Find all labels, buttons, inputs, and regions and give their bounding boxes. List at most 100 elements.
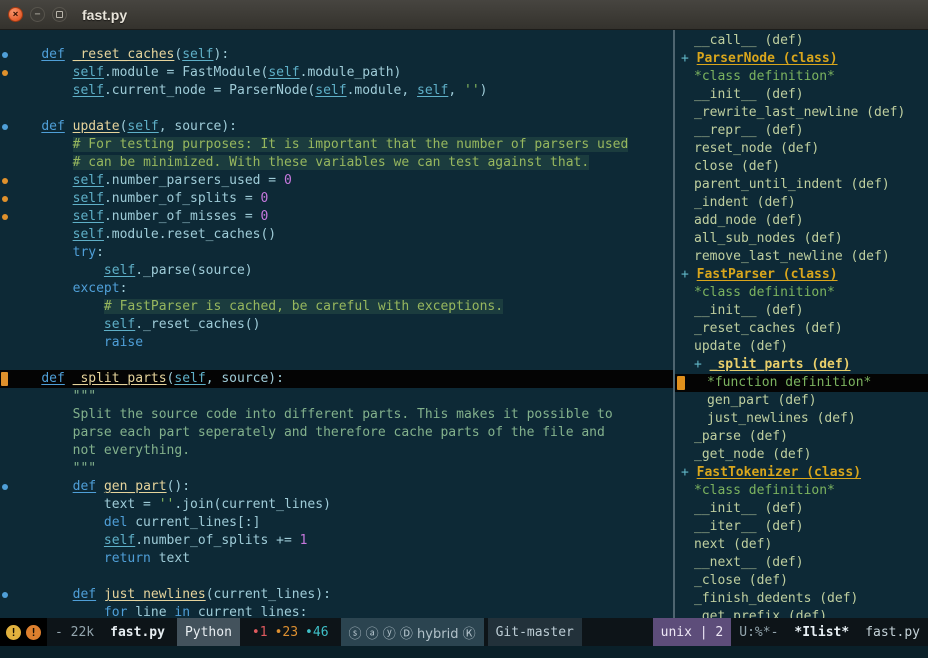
code-line[interactable] xyxy=(0,352,673,370)
code-line[interactable]: not everything. xyxy=(0,442,673,460)
code-line[interactable]: self.number_parsers_used = 0 xyxy=(0,172,673,190)
flycheck-counts[interactable]: •1 •23 •46 xyxy=(244,618,337,646)
code-area[interactable]: def _reset_caches(self): self.module = F… xyxy=(0,46,673,618)
ilist-buffer-name[interactable]: *Ilist* xyxy=(786,618,857,646)
code-token: .module, xyxy=(347,83,417,98)
code-line[interactable]: return text xyxy=(0,550,673,568)
code-token xyxy=(10,335,104,350)
imenu-list[interactable]: __call__ (def)+ ParserNode (class)*class… xyxy=(675,30,928,618)
code-line[interactable]: parse each part seperately and therefore… xyxy=(0,424,673,442)
imenu-item-label: _close (def) xyxy=(694,573,788,588)
code-line[interactable]: # For testing purposes: It is important … xyxy=(0,136,673,154)
expand-icon[interactable]: + xyxy=(681,51,697,66)
flycheck-warning-count[interactable]: •23 xyxy=(275,625,298,640)
code-line[interactable]: def _reset_caches(self): xyxy=(0,46,673,64)
code-token: # For testing purposes: It is important … xyxy=(73,137,629,152)
code-token xyxy=(10,155,73,170)
imenu-item[interactable]: __repr__ (def) xyxy=(675,122,928,140)
code-token: 0 xyxy=(260,209,268,224)
editor-pane[interactable]: def _reset_caches(self): self.module = F… xyxy=(0,30,673,618)
imenu-item[interactable]: + _split_parts (def) xyxy=(675,356,928,374)
code-line[interactable]: except: xyxy=(0,280,673,298)
flycheck-error-count[interactable]: •1 xyxy=(252,625,268,640)
imenu-item[interactable]: __iter__ (def) xyxy=(675,518,928,536)
code-line[interactable]: def update(self, source): xyxy=(0,118,673,136)
code-line[interactable]: for line in current_lines: xyxy=(0,604,673,618)
imenu-item[interactable]: + FastTokenizer (class) xyxy=(675,464,928,482)
version-control-branch[interactable]: Git-master xyxy=(488,618,582,646)
code-line[interactable]: """ xyxy=(0,388,673,406)
imenu-item[interactable]: remove_last_newline (def) xyxy=(675,248,928,266)
code-line[interactable] xyxy=(0,100,673,118)
code-line[interactable]: # FastParser is cached, be careful with … xyxy=(0,298,673,316)
code-line[interactable]: def just_newlines(current_lines): xyxy=(0,586,673,604)
minor-mode-indicators[interactable]: ⓢ ⓐ ⓨ Ⓓ hybrid Ⓚ xyxy=(341,618,484,646)
code-line[interactable]: # can be minimized. With these variables… xyxy=(0,154,673,172)
imenu-item[interactable]: gen_part (def) xyxy=(675,392,928,410)
imenu-item[interactable]: _indent (def) xyxy=(675,194,928,212)
code-line[interactable]: text = ''.join(current_lines) xyxy=(0,496,673,514)
imenu-item[interactable]: update (def) xyxy=(675,338,928,356)
imenu-item[interactable]: + ParserNode (class) xyxy=(675,50,928,68)
code-line[interactable]: self.number_of_splits += 1 xyxy=(0,532,673,550)
imenu-item[interactable]: __next__ (def) xyxy=(675,554,928,572)
imenu-item[interactable]: _get_prefix (def) xyxy=(675,608,928,618)
code-line[interactable]: def _split_parts(self, source): xyxy=(0,370,673,388)
imenu-item[interactable]: *class definition* xyxy=(675,68,928,86)
imenu-item[interactable]: *class definition* xyxy=(675,284,928,302)
code-token: current_lines: xyxy=(190,605,307,618)
expand-icon[interactable]: + xyxy=(694,357,710,372)
imenu-item[interactable]: _rewrite_last_newline (def) xyxy=(675,104,928,122)
code-line[interactable]: Split the source code into different par… xyxy=(0,406,673,424)
maximize-button[interactable] xyxy=(52,7,67,22)
imenu-item[interactable]: __init__ (def) xyxy=(675,86,928,104)
expand-icon[interactable]: + xyxy=(681,465,697,480)
code-token: for xyxy=(104,605,127,618)
code-line[interactable]: del current_lines[:] xyxy=(0,514,673,532)
code-token: self xyxy=(315,83,346,98)
code-token xyxy=(10,65,73,80)
imenu-item[interactable]: parent_until_indent (def) xyxy=(675,176,928,194)
code-token: def xyxy=(41,371,64,386)
imenu-item[interactable]: + FastParser (class) xyxy=(675,266,928,284)
imenu-item[interactable]: *class definition* xyxy=(675,482,928,500)
code-line[interactable]: self.current_node = ParserNode(self.modu… xyxy=(0,82,673,100)
code-line[interactable]: try: xyxy=(0,244,673,262)
imenu-item[interactable]: just_newlines (def) xyxy=(675,410,928,428)
imenu-item[interactable]: _parse (def) xyxy=(675,428,928,446)
expand-icon[interactable]: + xyxy=(681,267,697,282)
imenu-item[interactable]: all_sub_nodes (def) xyxy=(675,230,928,248)
code-token: : xyxy=(120,281,128,296)
imenu-item[interactable]: _finish_dedents (def) xyxy=(675,590,928,608)
code-line[interactable]: self.module.reset_caches() xyxy=(0,226,673,244)
imenu-item[interactable]: add_node (def) xyxy=(675,212,928,230)
bookmark-dot-icon xyxy=(2,196,8,202)
code-line[interactable]: self.number_of_splits = 0 xyxy=(0,190,673,208)
imenu-item[interactable]: _close (def) xyxy=(675,572,928,590)
imenu-item[interactable]: *function definition* xyxy=(675,374,928,392)
code-line[interactable]: """ xyxy=(0,460,673,478)
code-line[interactable]: self.number_of_misses = 0 xyxy=(0,208,673,226)
code-line[interactable]: raise xyxy=(0,334,673,352)
code-line[interactable]: self._parse(source) xyxy=(0,262,673,280)
imenu-item[interactable]: __call__ (def) xyxy=(675,32,928,50)
code-line[interactable] xyxy=(0,568,673,586)
code-token: .number_of_misses = xyxy=(104,209,261,224)
major-mode-indicator[interactable]: Python xyxy=(177,618,240,646)
code-line[interactable]: def gen_part(): xyxy=(0,478,673,496)
imenu-item[interactable]: close (def) xyxy=(675,158,928,176)
flycheck-info-count[interactable]: •46 xyxy=(305,625,328,640)
imenu-item[interactable]: _get_node (def) xyxy=(675,446,928,464)
imenu-item[interactable]: __init__ (def) xyxy=(675,302,928,320)
code-line[interactable]: self.module = FastModule(self.module_pat… xyxy=(0,64,673,82)
imenu-item-label: _get_prefix (def) xyxy=(694,609,827,618)
imenu-item[interactable]: __init__ (def) xyxy=(675,500,928,518)
code-line[interactable]: self._reset_caches() xyxy=(0,316,673,334)
imenu-item[interactable]: next (def) xyxy=(675,536,928,554)
buffer-name[interactable]: fast.py xyxy=(102,618,173,646)
close-button[interactable]: × xyxy=(8,7,23,22)
minimize-button[interactable]: − xyxy=(30,7,45,22)
imenu-item[interactable]: _reset_caches (def) xyxy=(675,320,928,338)
imenu-item[interactable]: reset_node (def) xyxy=(675,140,928,158)
titlebar[interactable]: × − fast.py xyxy=(0,0,928,30)
